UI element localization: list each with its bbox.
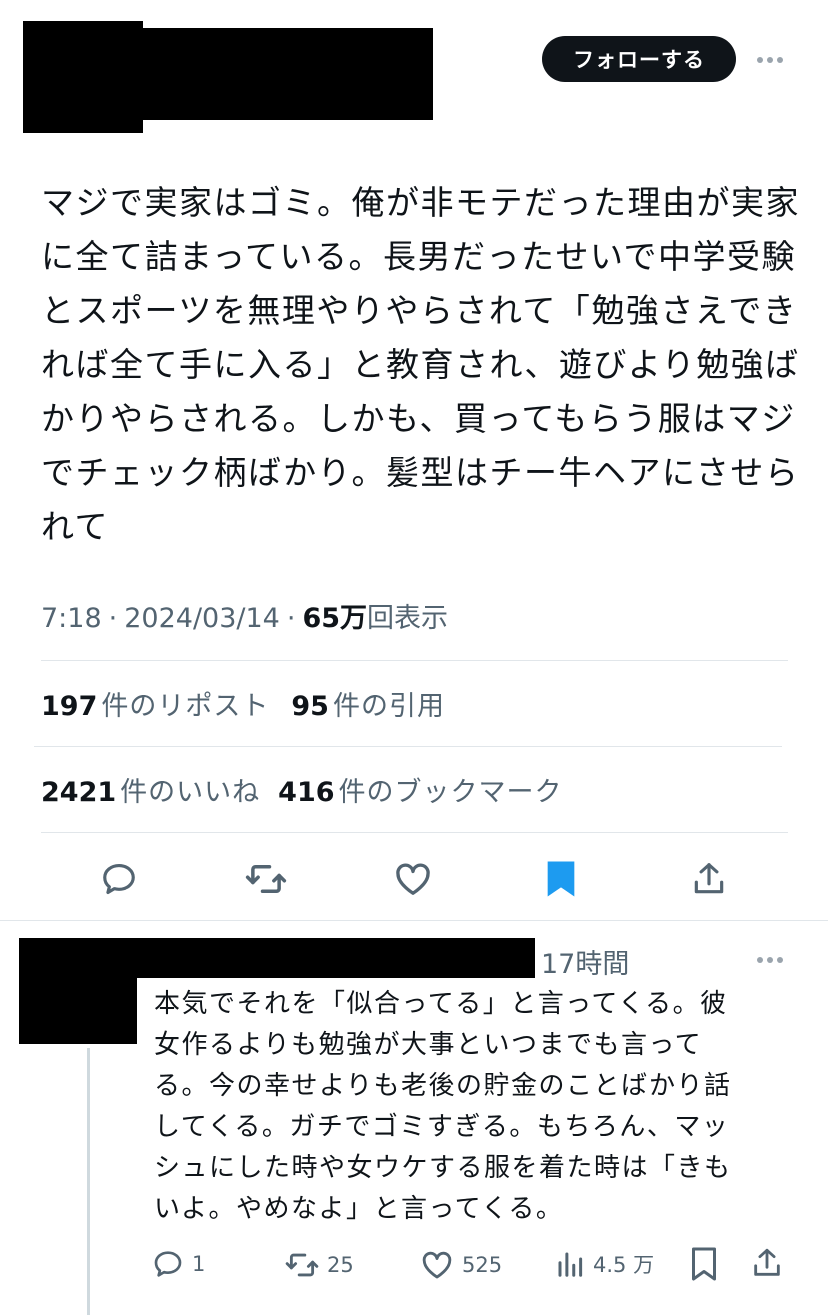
reply-timestamp[interactable]: 17時間 xyxy=(541,942,629,981)
follow-button[interactable]: フォローする xyxy=(542,36,736,82)
redacted-reply-avatar[interactable] xyxy=(19,938,137,1044)
quotes-count[interactable]: 95 xyxy=(291,691,329,722)
tweet-text-line: れば全て手に入る」と教育され、遊びより勉強ば xyxy=(41,345,800,384)
divider xyxy=(34,746,782,747)
reply-text-line: してくる。ガチでゴミすぎる。もちろん、マッ xyxy=(154,1112,730,1142)
heart-icon xyxy=(422,1251,452,1279)
retweet-icon xyxy=(285,1253,319,1277)
reposts-count[interactable]: 197 xyxy=(41,691,97,722)
more-options-icon[interactable] xyxy=(757,57,783,63)
reply-text: 本気でそれを「似合ってる」と言ってくる。彼 女作るよりも勉強が大事といつまでも言… xyxy=(154,984,794,1230)
divider xyxy=(41,832,788,833)
reply-more-options-icon[interactable] xyxy=(757,957,783,963)
reply-icon xyxy=(154,1251,182,1277)
tweet-text-line: マジで実家はゴミ。俺が非モテだった理由が実家 xyxy=(41,183,800,222)
likes-count[interactable]: 2421 xyxy=(41,777,116,808)
reply-like-count: 525 xyxy=(462,1253,503,1277)
share-icon xyxy=(754,1248,780,1276)
reply-like-button[interactable]: 525 xyxy=(420,1248,502,1282)
heart-icon xyxy=(396,863,430,895)
reply-text-line: シュにした時や女ウケする服を着た時は「きも xyxy=(154,1153,732,1183)
redacted-reply-username[interactable] xyxy=(137,938,535,978)
thread-line xyxy=(87,1048,90,1315)
retweet-icon xyxy=(245,865,287,893)
bookmarks-count[interactable]: 416 xyxy=(278,777,334,808)
quotes-label[interactable]: 件の引用 xyxy=(333,684,445,723)
likes-label[interactable]: 件のいいね xyxy=(120,770,260,809)
tweet-text-line: でチェック柄ばかり。髪型はチー牛ヘアにさせら xyxy=(41,453,800,492)
share-button[interactable] xyxy=(686,856,732,902)
stats-row-likes: 2421 件のいいね 416 件のブックマーク xyxy=(41,770,563,809)
views-label: 回表示 xyxy=(367,603,449,634)
reply-button[interactable] xyxy=(96,856,142,902)
bookmark-icon xyxy=(547,861,575,897)
reply-retweet-button[interactable]: 25 xyxy=(285,1248,354,1282)
tweet-date[interactable]: 2024/03/14 xyxy=(124,603,280,634)
reply-views-button[interactable]: 4.5 万 xyxy=(555,1248,654,1280)
reply-icon xyxy=(103,863,135,895)
retweet-button[interactable] xyxy=(243,856,289,902)
divider xyxy=(41,660,788,661)
meta-separator: · xyxy=(286,603,296,634)
tweet-text-line: かりやらされる。しかも、買ってもらう服はマジ xyxy=(41,399,796,438)
tweet-text-line: とスポーツを無理やりやらされて「勉強さえでき xyxy=(41,291,798,330)
reply-reply-button[interactable]: 1 xyxy=(152,1248,205,1280)
reposts-label[interactable]: 件のリポスト xyxy=(101,684,269,723)
divider xyxy=(0,920,828,921)
redacted-avatar[interactable] xyxy=(23,21,143,133)
share-icon xyxy=(694,863,724,894)
reply-text-line: いよ。やめなよ」と言ってくる。 xyxy=(154,1194,564,1224)
reply-share-button[interactable] xyxy=(750,1246,784,1280)
views-count[interactable]: 65万 xyxy=(302,596,367,635)
bookmarks-label[interactable]: 件のブックマーク xyxy=(339,770,563,809)
tweet-text-line: に全て詰まっている。長男だったせいで中学受験 xyxy=(41,237,797,276)
redacted-username[interactable] xyxy=(143,28,433,120)
meta-separator: · xyxy=(108,603,118,634)
analytics-icon xyxy=(558,1252,583,1277)
reply-retweet-count: 25 xyxy=(327,1253,354,1277)
tweet-text-line: れて xyxy=(41,507,110,546)
bookmark-button[interactable] xyxy=(538,856,584,902)
tweet-meta: 7:18 · 2024/03/14 · 65万 回表示 xyxy=(41,596,448,635)
reply-text-line: る。今の幸せよりも老後の貯金のことばかり話 xyxy=(154,1071,732,1101)
reply-reply-count: 1 xyxy=(192,1252,206,1276)
tweet-time[interactable]: 7:18 xyxy=(41,603,102,634)
tweet-text: マジで実家はゴミ。俺が非モテだった理由が実家 に全て詰まっている。長男だったせい… xyxy=(41,176,800,554)
reply-view-count: 4.5 万 xyxy=(593,1253,655,1277)
like-button[interactable] xyxy=(390,856,436,902)
reply-bookmark-button[interactable] xyxy=(689,1246,719,1282)
bookmark-icon xyxy=(692,1247,716,1281)
reply-text-line: 本気でそれを「似合ってる」と言ってくる。彼 xyxy=(154,989,728,1019)
reply-text-line: 女作るよりも勉強が大事といつまでも言って xyxy=(154,1030,703,1060)
stats-row-reposts: 197 件のリポスト 95 件の引用 xyxy=(41,684,445,723)
